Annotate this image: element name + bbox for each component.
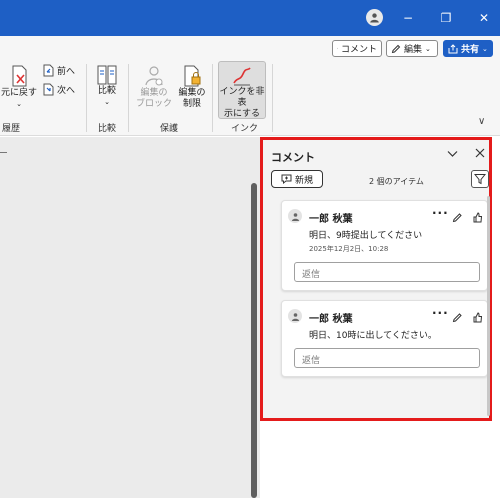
- like-icon[interactable]: [472, 208, 483, 227]
- chevron-down-icon: ⌄: [425, 44, 431, 53]
- minimize-icon[interactable]: −: [398, 8, 418, 28]
- account-icon[interactable]: [366, 9, 383, 26]
- comment-timestamp: 2025年12月2日、10:28: [309, 245, 389, 253]
- restrict-editing-label-1: 編集の: [178, 88, 206, 98]
- ruler-marker: [0, 152, 7, 153]
- reply-input[interactable]: 返信: [294, 262, 480, 282]
- command-bar: コメント 編集 ⌄ 共有 ⌄: [0, 36, 500, 58]
- next-change-button[interactable]: 次へ: [42, 83, 75, 96]
- undo-document-icon: [12, 65, 27, 87]
- ribbon-divider: [86, 64, 87, 132]
- close-pane-icon[interactable]: [475, 148, 485, 161]
- reply-input[interactable]: 返信: [294, 348, 480, 368]
- compare-chevron-icon: ⌄: [104, 98, 110, 106]
- more-options-icon[interactable]: ···: [432, 306, 449, 320]
- previous-icon: [43, 64, 54, 77]
- previous-label: 前へ: [57, 67, 76, 77]
- compare-button[interactable]: 比較 ⌄: [94, 64, 120, 108]
- comments-pane-title: コメント: [271, 151, 315, 164]
- compare-label: 比較: [97, 86, 116, 96]
- share-icon: [448, 43, 458, 53]
- ink-icon: [233, 67, 251, 86]
- undo-label: 元に戻す: [0, 88, 37, 98]
- comments-button-label: コメント: [340, 45, 377, 55]
- ribbon-divider: [212, 64, 213, 132]
- compare-icon: [97, 65, 117, 85]
- comment-card[interactable]: 一郎 秋葉 ··· 明日、9時提出してください 2025年12月2日、10:28…: [281, 200, 488, 291]
- like-icon[interactable]: [472, 308, 483, 327]
- edit-comment-icon[interactable]: [452, 208, 463, 227]
- next-icon: [43, 83, 54, 96]
- ribbon-divider: [128, 64, 129, 132]
- new-comment-icon: [281, 174, 292, 184]
- hide-ink-content: インクを非表 示にする: [219, 65, 265, 120]
- comment-count: 2 個のアイテム: [369, 177, 424, 186]
- restore-icon[interactable]: ❐: [436, 8, 456, 28]
- document-canvas[interactable]: [0, 137, 260, 498]
- next-label: 次へ: [57, 86, 76, 96]
- ribbon-divider: [272, 64, 273, 132]
- comment-icon: [337, 48, 338, 49]
- undo-button[interactable]: 元に戻す ⌄: [0, 64, 38, 110]
- comments-button[interactable]: コメント: [332, 40, 382, 57]
- edit-comment-icon[interactable]: [452, 308, 463, 327]
- comment-author: 一郎 秋葉: [309, 214, 353, 225]
- hide-ink-button[interactable]: インクを非表 示にする: [218, 61, 266, 119]
- protect-group-label: 保護: [160, 124, 179, 134]
- filter-icon[interactable]: [471, 170, 489, 188]
- comment-author: 一郎 秋葉: [309, 314, 353, 325]
- ribbon: 元に戻す ⌄ 前へ 次へ 履歴 比較 ⌄ 比較 編集の ブロック 編集の 制限 …: [0, 58, 500, 136]
- restrict-editing-button[interactable]: 編集の 制限: [176, 64, 208, 110]
- new-comment-button[interactable]: 新規: [271, 170, 323, 188]
- avatar: [288, 309, 302, 323]
- avatar: [288, 209, 302, 223]
- editing-mode-button[interactable]: 編集 ⌄: [386, 40, 438, 57]
- block-authors-button[interactable]: 編集の ブロック: [134, 64, 174, 110]
- collapse-ribbon-icon[interactable]: ∨: [478, 116, 485, 127]
- restrict-editing-icon: [184, 65, 201, 87]
- block-authors-icon: [145, 66, 163, 86]
- title-bar: − ❐ ✕: [0, 0, 500, 36]
- comments-pane: コメント 新規 2 個のアイテム 一郎 秋葉 ··· 明日、9時提出してください…: [260, 137, 492, 421]
- ink-group-label: インク: [231, 124, 259, 134]
- share-button-label: 共有: [461, 45, 480, 55]
- comment-text: 明日、10時に出してください。: [309, 331, 437, 341]
- history-group-label: 履歴: [2, 124, 21, 134]
- more-options-icon[interactable]: ···: [432, 206, 449, 220]
- previous-change-button[interactable]: 前へ: [42, 64, 75, 77]
- comment-card[interactable]: 一郎 秋葉 ··· 明日、10時に出してください。 返信: [281, 300, 488, 377]
- pencil-icon: [391, 44, 401, 53]
- share-button[interactable]: 共有 ⌄: [443, 40, 493, 57]
- restrict-editing-label-2: 制限: [182, 99, 201, 109]
- compare-group-label: 比較: [98, 124, 117, 134]
- close-icon[interactable]: ✕: [474, 8, 494, 28]
- hide-ink-label-1: インクを非表: [219, 87, 265, 108]
- document-scrollbar[interactable]: [251, 183, 257, 498]
- comments-scrollbar[interactable]: [487, 196, 490, 416]
- chevron-down-icon: ⌄: [482, 44, 488, 53]
- editing-mode-label: 編集: [404, 45, 423, 55]
- undo-chevron-icon: ⌄: [16, 100, 22, 108]
- new-comment-label: 新規: [294, 175, 313, 186]
- block-authors-label-2: ブロック: [135, 99, 172, 109]
- hide-ink-label-2: 示にする: [223, 109, 261, 119]
- comment-text: 明日、9時提出してください: [309, 231, 423, 241]
- block-authors-label-1: 編集の: [140, 88, 168, 98]
- pane-options-chevron-icon[interactable]: [447, 148, 458, 161]
